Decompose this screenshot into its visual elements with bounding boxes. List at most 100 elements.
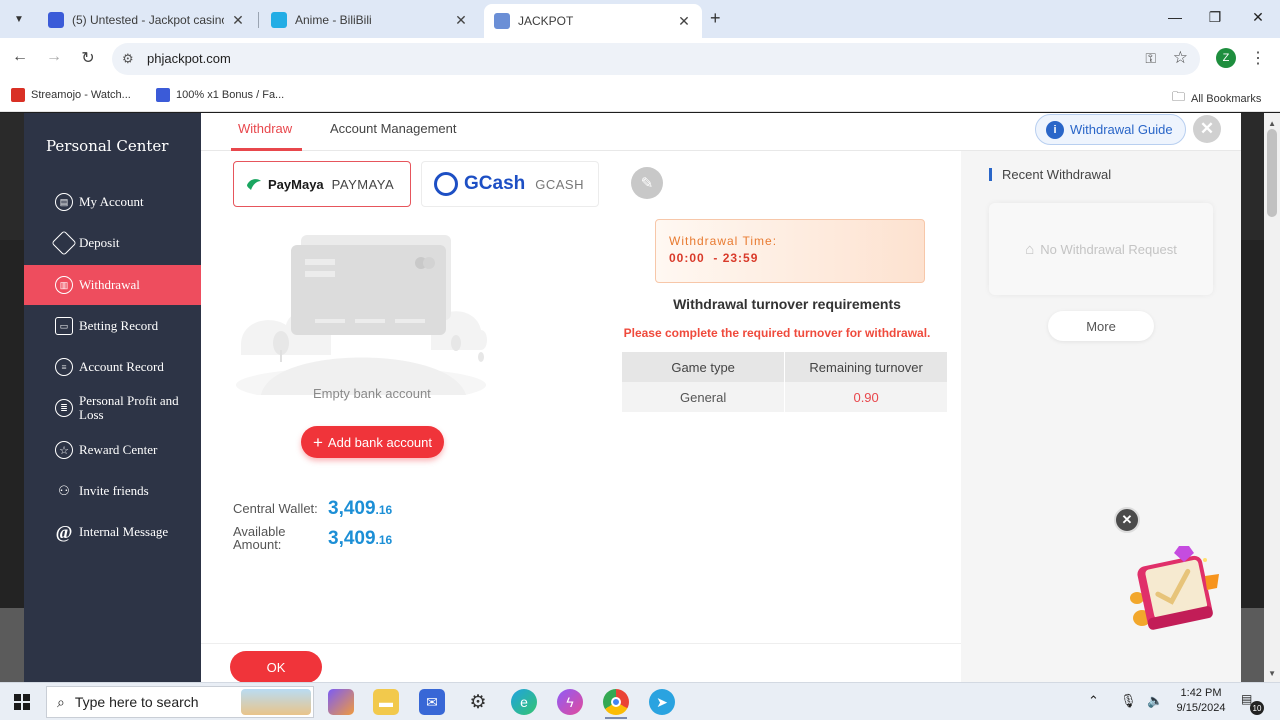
back-arrow-icon[interactable]: ← (10, 48, 30, 66)
paymaya-brand: PayMaya (268, 176, 324, 192)
sidebar-item-label: Reward Center (79, 442, 158, 457)
windows-start-icon[interactable] (14, 694, 30, 710)
tab-account-management[interactable]: Account Management (330, 121, 456, 136)
browser-tab-bilibili[interactable]: Anime - BiliBili ✕ (261, 6, 479, 34)
empty-bank-card-illustration (236, 235, 487, 395)
password-key-icon[interactable]: ⚿ (1145, 50, 1156, 67)
browser-tab-jackpot[interactable]: JACKPOT ✕ (484, 4, 702, 38)
available-dec: .16 (375, 533, 393, 547)
sidebar-item-invite-friends[interactable]: ⚇ Invite friends (24, 471, 201, 511)
sidebar-item-label: Betting Record (79, 318, 159, 333)
plus-icon: + (312, 432, 323, 452)
tab-title: JACKPOT (518, 14, 574, 28)
minimize-icon[interactable]: — (1165, 9, 1185, 25)
folder-icon: 🗀 (1172, 89, 1186, 104)
bookmark-bonus[interactable]: 100% x1 Bonus / Fa... (156, 88, 284, 102)
more-button[interactable]: More (1048, 311, 1154, 341)
footer-divider (201, 643, 961, 644)
no-withdrawal-text: No Withdrawal Request (1040, 241, 1177, 257)
account-record-icon: ≡ (55, 358, 73, 376)
personal-center-sidebar: Personal Center ▤ My Account Deposit ▥ W… (24, 113, 201, 682)
tab-close-icon[interactable]: ✕ (676, 13, 692, 30)
jackpot-favicon-icon (494, 13, 510, 29)
sidebar-item-my-account[interactable]: ▤ My Account (24, 182, 201, 222)
tab-withdraw[interactable]: Withdraw (238, 121, 292, 136)
turnover-table: Game type Remaining turnover General 0.9… (622, 352, 948, 412)
sidebar-item-account-record[interactable]: ≡ Account Record (24, 347, 201, 387)
copilot-icon[interactable] (328, 689, 354, 715)
search-icon: ⌕ (57, 693, 65, 710)
inbox-icon: ⌂ (1025, 240, 1035, 258)
search-placeholder: Type here to search (74, 694, 199, 710)
shield-favicon-icon (48, 12, 64, 28)
show-hidden-icons-chevron-icon[interactable]: ⌃ (1088, 693, 1099, 709)
tab-close-icon[interactable]: ✕ (230, 12, 246, 29)
sidebar-item-internal-message[interactable]: @ Internal Message (24, 512, 201, 552)
close-window-icon[interactable]: ✕ (1248, 9, 1268, 26)
tab-close-icon[interactable]: ✕ (453, 12, 469, 29)
volume-icon[interactable]: 🔈 (1147, 693, 1163, 709)
payment-method-paymaya[interactable]: PayMaya PAYMAYA (233, 161, 411, 207)
browser-menu-icon[interactable]: ⋮ (1250, 48, 1266, 68)
new-tab-button[interactable]: + (710, 8, 721, 29)
clock-time: 1:42 PM (1180, 687, 1222, 699)
gift-book-promo-icon[interactable] (1127, 538, 1223, 634)
bookmark-label: 100% x1 Bonus / Fa... (176, 89, 285, 101)
sidebar-item-deposit[interactable]: Deposit (24, 223, 201, 263)
page-scrollbar[interactable]: ▲ ▼ (1264, 113, 1280, 682)
sidebar-item-betting-record[interactable]: ▭ Betting Record (24, 306, 201, 346)
mail-app-icon[interactable]: ✉ (419, 689, 445, 715)
withdraw-tabs: Withdraw Account Management i Withdrawal… (201, 113, 1241, 151)
telegram-icon[interactable]: ➤ (649, 689, 675, 715)
profile-avatar[interactable]: Z (1216, 48, 1236, 68)
at-sign-icon: @ (55, 521, 73, 542)
reward-star-icon: ☆ (55, 441, 73, 459)
sidebar-item-reward-center[interactable]: ☆ Reward Center (24, 430, 201, 470)
tab-search-chevron-icon[interactable]: ▼ (8, 8, 30, 30)
add-bank-account-button[interactable]: + Add bank account (301, 426, 444, 458)
column-header: Remaining turnover (784, 352, 948, 382)
bookmark-streamojo[interactable]: Streamojo - Watch... (11, 88, 131, 102)
scroll-down-arrow-icon[interactable]: ▼ (1268, 669, 1276, 678)
settings-gear-icon[interactable]: ⚙ (465, 689, 491, 715)
reload-icon[interactable]: ↻ (78, 48, 98, 68)
scroll-thumb[interactable] (1267, 129, 1277, 217)
sidebar-item-profit-loss[interactable]: ≣ Personal Profit and Loss (24, 388, 201, 428)
address-bar[interactable]: ⚙ phjackpot.com ⚿ ☆ (112, 43, 1200, 75)
url-text[interactable]: phjackpot.com (147, 51, 231, 66)
chrome-browser-icon[interactable] (603, 689, 629, 715)
bookmark-star-icon[interactable]: ☆ (1173, 48, 1188, 68)
sidebar-item-withdrawal[interactable]: ▥ Withdrawal (24, 265, 201, 305)
search-highlight-image (241, 689, 311, 715)
clock-date: 9/15/2024 (1176, 702, 1226, 714)
edit-pencil-icon[interactable]: ✎ (631, 167, 663, 199)
site-info-icon[interactable]: ⚙ (122, 51, 134, 67)
scroll-up-arrow-icon[interactable]: ▲ (1268, 119, 1276, 128)
edge-browser-icon[interactable]: e (511, 689, 537, 715)
table-header-row: Game type Remaining turnover (622, 352, 948, 382)
microphone-icon[interactable]: 🎙 (1120, 693, 1137, 709)
payment-method-gcash[interactable]: GCash GCASH (421, 161, 599, 207)
withdrawal-time-label: Withdrawal Time: (669, 234, 778, 248)
messenger-icon[interactable]: ϟ (557, 689, 583, 715)
shield-icon (156, 88, 170, 102)
ok-button[interactable]: OK (230, 651, 322, 682)
personal-center-modal: Personal Center ▤ My Account Deposit ▥ W… (24, 113, 1241, 682)
close-modal-button[interactable]: ✕ (1193, 115, 1221, 143)
taskbar-clock[interactable]: 1:42 PM 9/15/2024 (1174, 686, 1228, 716)
tab-title: Anime - BiliBili (295, 13, 372, 27)
all-bookmarks-button[interactable]: 🗀 All Bookmarks (1172, 88, 1261, 110)
withdrawal-time-value: 00:00 - 23:59 (669, 251, 759, 265)
withdrawal-guide-button[interactable]: i Withdrawal Guide (1035, 114, 1186, 145)
file-explorer-icon[interactable]: ▬ (373, 689, 399, 715)
promo-close-button[interactable]: ✕ (1114, 507, 1140, 533)
sidebar-title: Personal Center (46, 137, 169, 155)
restore-icon[interactable]: ❐ (1205, 9, 1225, 26)
taskbar-search-box[interactable]: ⌕ Type here to search (46, 686, 314, 718)
browser-tab-jackpot-casino[interactable]: (5) Untested - Jackpot casino d ✕ (38, 6, 256, 34)
forward-arrow-icon[interactable]: → (44, 48, 64, 66)
profit-loss-icon: ≣ (55, 399, 73, 417)
available-label-line2: Amount: (233, 537, 282, 552)
available-int: 3,409 (328, 528, 376, 549)
info-icon: i (1046, 120, 1064, 139)
